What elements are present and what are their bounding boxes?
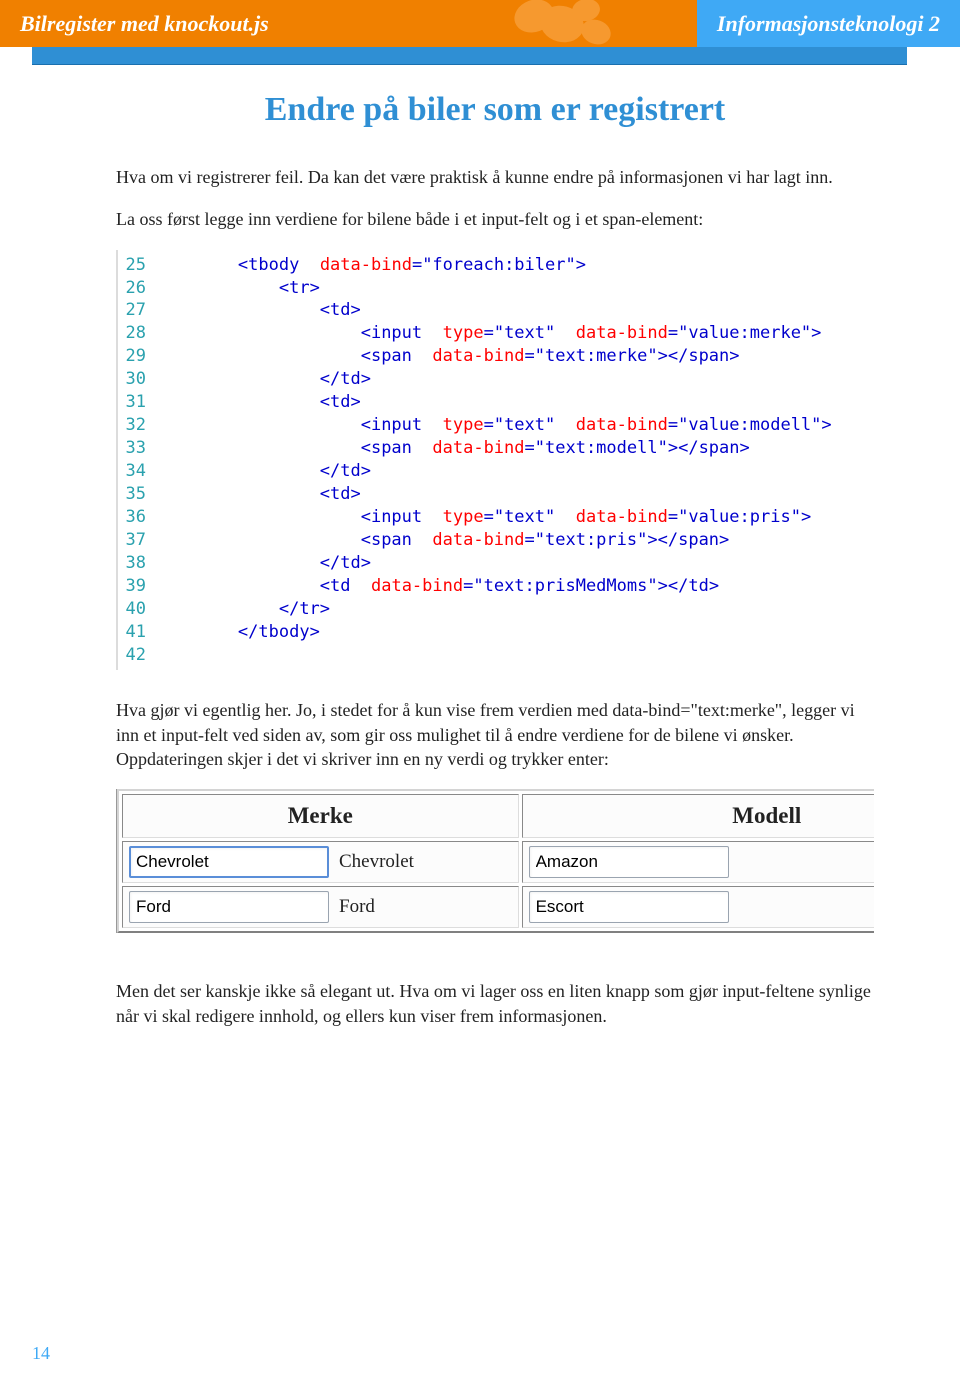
line-number: 38 [118,552,156,575]
code-line: 25 <tbody data-bind="foreach:biler"> [118,254,874,277]
line-number: 27 [118,299,156,322]
code-text: </td> [156,552,371,575]
line-number: 34 [118,460,156,483]
code-line: 39 <td data-bind="text:prisMedMoms"></td… [118,575,874,598]
code-line: 29 <span data-bind="text:merke"></span> [118,345,874,368]
cell-modell [522,886,874,928]
page-title: Endre på biler som er registrert [116,91,874,129]
code-line: 40 </tr> [118,598,874,621]
paragraph-2: La oss først legge inn verdiene for bile… [116,207,874,231]
header-blue-bar [32,47,907,65]
page-content: Endre på biler som er registrert Hva om … [0,91,960,1028]
code-snippet: 25 <tbody data-bind="foreach:biler">26 <… [116,250,874,671]
line-number: 26 [118,277,156,300]
code-text: </td> [156,460,371,483]
modell-input[interactable] [529,846,729,878]
line-number: 35 [118,483,156,506]
code-line: 35 <td> [118,483,874,506]
line-number: 40 [118,598,156,621]
code-text: </tr> [156,598,330,621]
code-line: 37 <span data-bind="text:pris"></span> [118,529,874,552]
code-text: <input type="text" data-bind="value:merk… [156,322,821,345]
paragraph-4: Men det ser kanskje ikke så elegant ut. … [116,979,874,1028]
col-header-modell: Modell [522,794,874,838]
line-number: 39 [118,575,156,598]
code-line: 31 <td> [118,391,874,414]
code-line: 26 <tr> [118,277,874,300]
table-row: Chevrolet [122,841,874,883]
header-left-title: Bilregister med knockout.js [20,11,269,37]
code-text: <input type="text" data-bind="value:mode… [156,414,832,437]
code-text: <span data-bind="text:merke"></span> [156,345,740,368]
paragraph-1: Hva om vi registrerer feil. Da kan det v… [116,165,874,189]
line-number: 37 [118,529,156,552]
modell-input[interactable] [529,891,729,923]
merke-input[interactable] [129,891,329,923]
line-number: 29 [118,345,156,368]
code-text: <tr> [156,277,320,300]
col-header-merke: Merke [122,794,519,838]
line-number: 25 [118,254,156,277]
page-header: Bilregister med knockout.js Informasjons… [0,0,960,47]
cell-merke: Ford [122,886,519,928]
line-number: 36 [118,506,156,529]
code-text: <input type="text" data-bind="value:pris… [156,506,811,529]
code-line: 28 <input type="text" data-bind="value:m… [118,322,874,345]
code-text: <span data-bind="text:modell"></span> [156,437,750,460]
cell-merke: Chevrolet [122,841,519,883]
line-number: 33 [118,437,156,460]
code-text: <span data-bind="text:pris"></span> [156,529,729,552]
code-text: <tbody data-bind="foreach:biler"> [156,254,586,277]
code-line: 41 </tbody> [118,621,874,644]
merke-text: Chevrolet [339,851,414,873]
line-number: 42 [118,644,156,667]
code-line: 34 </td> [118,460,874,483]
merke-input[interactable] [129,846,329,878]
line-number: 28 [118,322,156,345]
table-row: Ford [122,886,874,928]
butterfly-decoration-icon [500,0,620,47]
line-number: 31 [118,391,156,414]
code-line: 38 </td> [118,552,874,575]
code-line: 30 </td> [118,368,874,391]
line-number: 30 [118,368,156,391]
paragraph-3: Hva gjør vi egentlig her. Jo, i stedet f… [116,698,874,771]
code-line: 42 [118,644,874,667]
header-right-title: Informasjonsteknologi 2 [697,0,960,47]
code-text: <td> [156,299,361,322]
preview-table-wrap: Merke Modell Chevrolet Ford [116,789,874,933]
code-text: <td data-bind="text:prisMedMoms"></td> [156,575,719,598]
page-number: 14 [32,1343,50,1364]
code-line: 27 <td> [118,299,874,322]
code-line: 36 <input type="text" data-bind="value:p… [118,506,874,529]
code-text: </td> [156,368,371,391]
code-text: <td> [156,391,361,414]
merke-text: Ford [339,896,375,918]
line-number: 41 [118,621,156,644]
code-text: </tbody> [156,621,320,644]
cell-modell [522,841,874,883]
preview-table: Merke Modell Chevrolet Ford [117,789,874,933]
code-text: <td> [156,483,361,506]
code-line: 32 <input type="text" data-bind="value:m… [118,414,874,437]
line-number: 32 [118,414,156,437]
code-line: 33 <span data-bind="text:modell"></span> [118,437,874,460]
